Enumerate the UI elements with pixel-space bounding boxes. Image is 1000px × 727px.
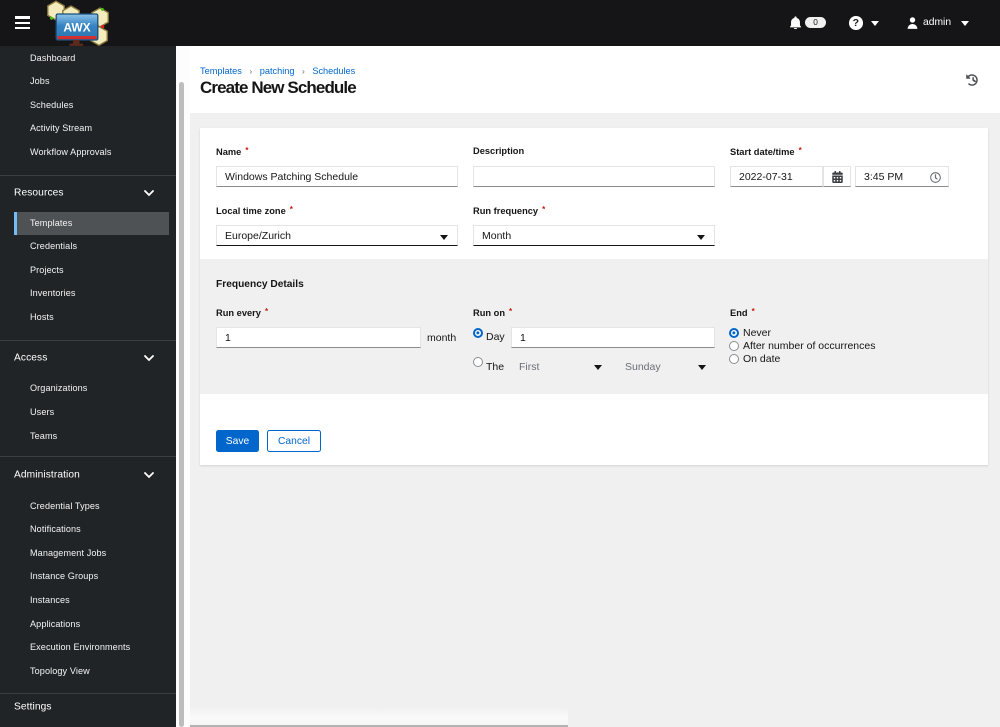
svg-text:AWX: AWX xyxy=(63,21,90,35)
